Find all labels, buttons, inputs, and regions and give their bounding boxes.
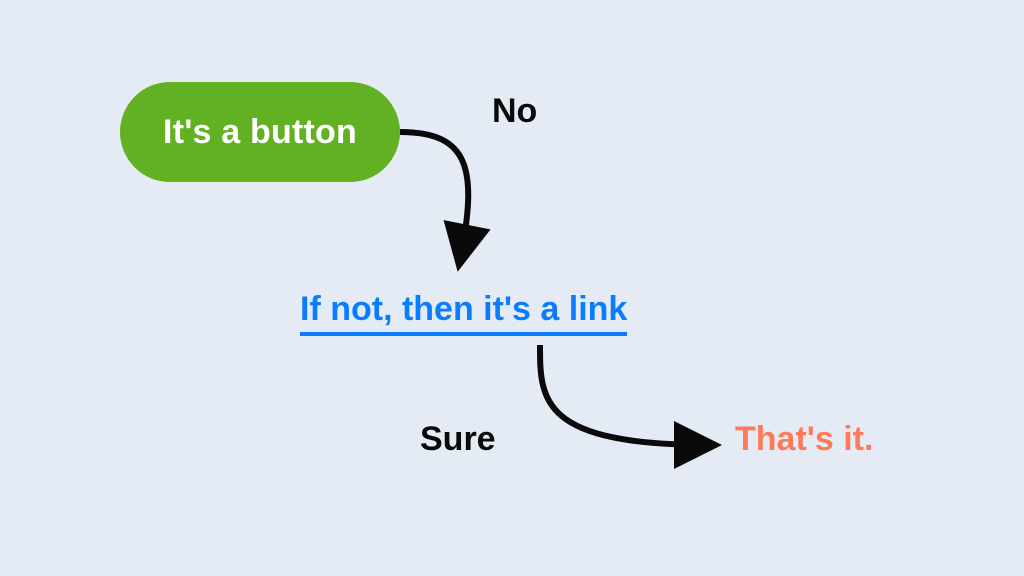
node-link[interactable]: If not, then it's a link [300, 291, 627, 336]
arrow-button-to-link [400, 132, 468, 260]
flowchart-diagram: It's a button No If not, then it's a lin… [0, 0, 1024, 576]
arrow-link-to-end [540, 345, 710, 445]
edge-label-sure: Sure [420, 420, 496, 459]
node-button[interactable]: It's a button [120, 82, 400, 182]
node-end: That's it. [735, 420, 873, 459]
edge-label-no: No [492, 92, 537, 131]
